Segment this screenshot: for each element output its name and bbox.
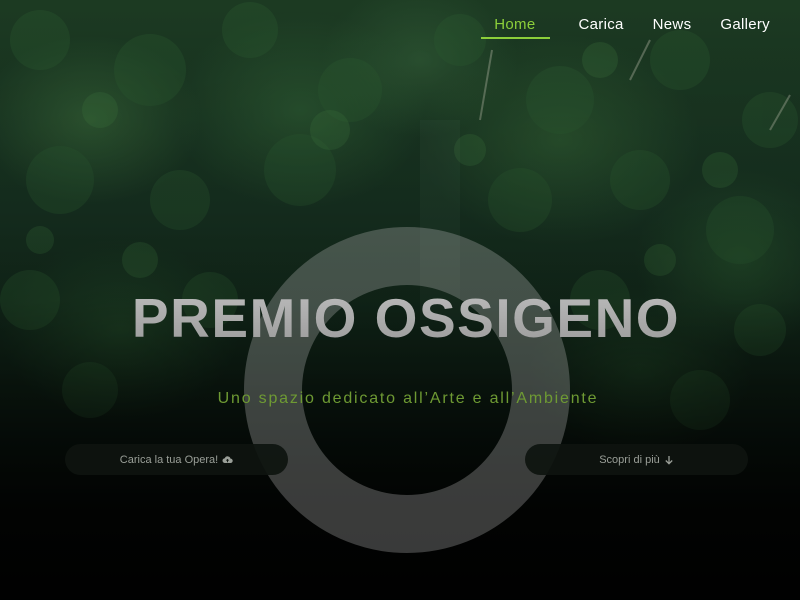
discover-more-label: Scopri di più (599, 453, 660, 466)
nav-item-gallery[interactable]: Gallery (720, 0, 770, 45)
page-subtitle: Uno spazio dedicato all’Arte e all’Ambie… (217, 390, 599, 407)
page-title: PREMIO OSSIGENO (0, 286, 800, 350)
upload-artwork-label: Carica la tua Opera! (119, 453, 219, 466)
discover-more-button[interactable]: Scopri di più (525, 444, 748, 475)
hero-section: Home Carica News Gallery PREMIO OSSIGENO… (0, 0, 800, 600)
arrow-down-icon (664, 455, 674, 465)
cloud-upload-icon (222, 455, 233, 464)
nav-item-carica[interactable]: Carica (579, 0, 624, 45)
upload-artwork-button[interactable]: Carica la tua Opera! (65, 444, 288, 475)
nav-item-news[interactable]: News (653, 0, 692, 45)
nav-item-home[interactable]: Home (481, 0, 550, 45)
main-navigation: Home Carica News Gallery (481, 0, 800, 50)
